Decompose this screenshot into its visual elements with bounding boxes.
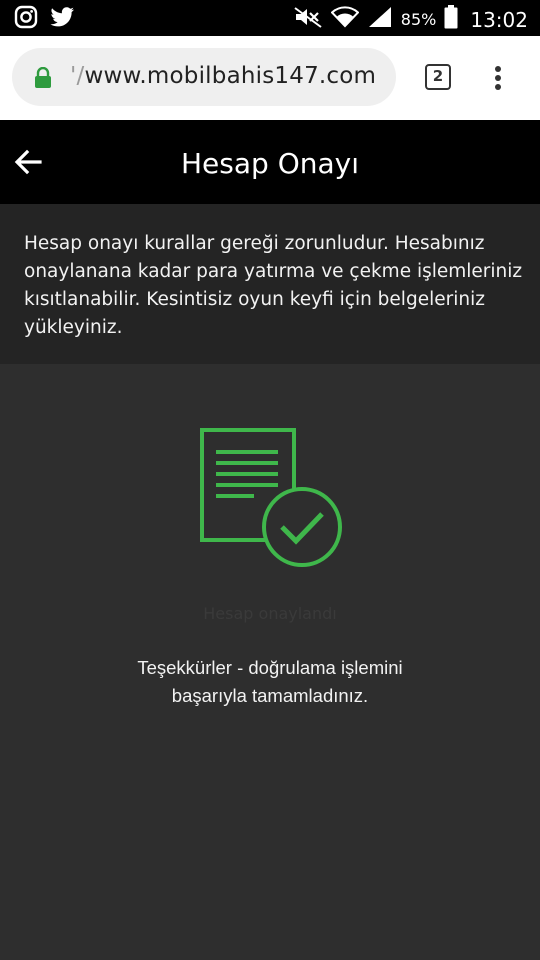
status-bar: 85% 13:02 xyxy=(0,0,540,36)
tab-switcher-button[interactable]: 2 xyxy=(425,64,451,90)
overflow-menu-icon[interactable] xyxy=(494,66,502,92)
page-title: Hesap Onayı xyxy=(181,147,359,180)
success-message-line-1: Teşekkürler - doğrulama işlemini xyxy=(137,657,403,678)
signal-icon xyxy=(367,5,393,34)
page-header: Hesap Onayı xyxy=(0,120,540,204)
mute-icon xyxy=(293,5,323,34)
wifi-icon xyxy=(330,5,360,34)
instagram-icon xyxy=(14,5,38,34)
address-bar[interactable]: '/www.mobilbahis147.com xyxy=(12,48,396,106)
success-message-line-2: başarıyla tamamladınız. xyxy=(171,685,369,706)
url-text[interactable]: '/www.mobilbahis147.com xyxy=(70,63,376,89)
status-time: 13:02 xyxy=(470,7,528,32)
browser-toolbar: '/www.mobilbahis147.com 2 xyxy=(0,36,540,120)
twitter-icon xyxy=(50,5,76,34)
info-text: Hesap onayı kurallar gereği zorunludur. … xyxy=(24,233,523,338)
battery-icon xyxy=(444,5,458,34)
faded-status-label: Hesap onaylandı xyxy=(203,604,337,623)
document-verified-icon xyxy=(196,426,348,575)
battery-percent: 85% xyxy=(400,10,437,29)
url-host: www.mobilbahis147.com xyxy=(84,63,377,89)
info-panel: Hesap onayı kurallar gereği zorunludur. … xyxy=(0,204,540,364)
success-message: Teşekkürler - doğrulama işlemini başarıy… xyxy=(0,654,540,710)
lock-icon xyxy=(34,66,52,94)
verification-content: Hesap onaylandı Teşekkürler - doğrulama … xyxy=(0,364,540,960)
url-scheme: '/ xyxy=(70,63,85,89)
